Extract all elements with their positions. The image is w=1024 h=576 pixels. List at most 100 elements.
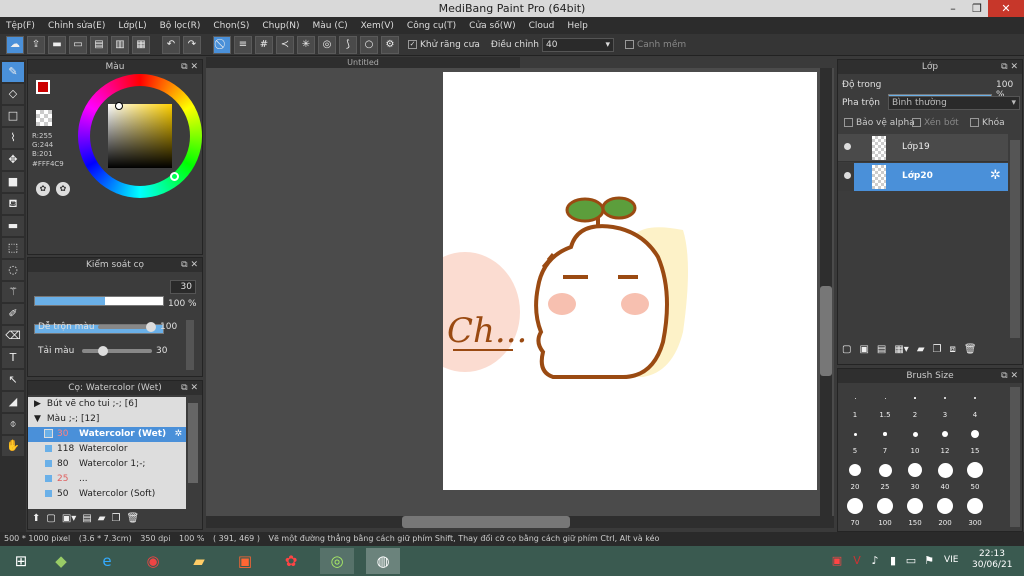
brush-size-scrollbar[interactable] <box>1010 387 1020 527</box>
brush-size-option[interactable]: 12 <box>930 425 960 459</box>
brush-item-selected[interactable]: 30 Watercolor (Wet) ✲ <box>28 427 186 442</box>
brush-control-scrollbar[interactable] <box>186 320 194 370</box>
brush-size-option[interactable]: 2 <box>900 389 930 423</box>
trash-icon[interactable]: 🗑 <box>964 344 977 355</box>
antialias-toggle[interactable]: ✓ Khử răng cưa <box>408 39 480 50</box>
layer-scrollbar[interactable] <box>1010 140 1020 338</box>
brush-group[interactable]: ▶ Bút vẽ cho tui ;-; [6] <box>28 397 186 412</box>
protect-alpha-checkbox[interactable] <box>844 118 853 127</box>
trash-icon[interactable]: 🗑 <box>126 513 139 524</box>
horizontal-scrollbar[interactable] <box>206 516 834 528</box>
snap-checkbox[interactable] <box>624 39 634 49</box>
close-icon[interactable]: ⧉ ✕ <box>181 381 198 395</box>
duplicate-icon[interactable]: ❐ <box>933 344 942 355</box>
duplicate-icon[interactable]: ❐ <box>111 513 120 524</box>
amount-slider[interactable] <box>82 346 152 356</box>
new-brush-icon[interactable]: ▢ <box>46 513 55 524</box>
menu-tools[interactable]: Công cụ(T) <box>407 21 456 31</box>
ellipse-snap-icon[interactable]: ○ <box>360 35 378 54</box>
text-tool-icon[interactable]: T <box>2 348 24 368</box>
brush-copy-icon[interactable]: ▤ <box>82 513 91 524</box>
lock-toggle[interactable]: Khóa <box>970 118 1005 128</box>
brush-item[interactable]: 118 Watercolor <box>28 442 186 457</box>
brush-size-option[interactable]: 10 <box>900 425 930 459</box>
add-layer-icon[interactable]: ▦▾ <box>894 344 908 355</box>
snap-toggle[interactable]: Canh mềm <box>624 39 686 50</box>
menu-snap[interactable]: Chụp(N) <box>262 21 299 31</box>
bucket-tool-icon[interactable]: ⛾ <box>2 194 24 214</box>
brush-size-option[interactable]: 20 <box>840 461 870 495</box>
brush-size-option[interactable]: 7 <box>870 425 900 459</box>
circle-snap-icon[interactable]: ◎ <box>318 35 336 54</box>
page-icon[interactable]: ▤ <box>90 35 108 54</box>
camtasia-icon[interactable]: ◎ <box>320 548 354 574</box>
file-explorer-icon[interactable]: ▰ <box>182 548 216 574</box>
menu-cloud[interactable]: Cloud <box>529 21 555 31</box>
hand-tool-icon[interactable]: ✋ <box>2 436 24 456</box>
hue-cursor[interactable] <box>170 172 179 181</box>
transparent-swatch[interactable] <box>36 110 52 126</box>
blend-slider[interactable] <box>98 322 156 332</box>
windows-start-icon[interactable]: ⊞ <box>4 548 38 574</box>
add-brush-icon[interactable]: ▣▾ <box>62 513 76 524</box>
brush-size-option[interactable]: 70 <box>840 497 870 531</box>
parallel-snap-icon[interactable]: ≡ <box>234 35 252 54</box>
gradient-tool-icon[interactable]: ▬ <box>2 216 24 236</box>
eyedropper-tool-icon[interactable]: ⌽ <box>2 414 24 434</box>
select-tool-icon[interactable]: ⬚ <box>2 238 24 258</box>
select-eraser-tool-icon[interactable]: ⌫ <box>2 326 24 346</box>
operation-tool-icon[interactable]: ↖ <box>2 370 24 390</box>
eye-icon[interactable] <box>844 172 851 179</box>
blend-slider-thumb[interactable] <box>146 322 156 332</box>
palette-add-icon[interactable]: ✿ <box>56 182 70 196</box>
brush-size-option[interactable]: 50 <box>960 461 990 495</box>
menu-edit[interactable]: Chỉnh sửa(E) <box>48 21 105 31</box>
amount-slider-thumb[interactable] <box>98 346 108 356</box>
layer-row[interactable]: Lớp19 <box>838 134 1008 162</box>
chrome-icon[interactable]: ◉ <box>136 548 170 574</box>
tray-app-icon[interactable]: ▣ <box>828 548 846 574</box>
brush-size-option[interactable]: 100 <box>870 497 900 531</box>
comment-icon[interactable]: ▭ <box>69 35 87 54</box>
protect-alpha-toggle[interactable]: Bảo vệ alpha <box>844 118 915 128</box>
brush-list-scrollbar[interactable] <box>188 403 198 483</box>
brush-size-option[interactable]: 40 <box>930 461 960 495</box>
menu-file[interactable]: Tệp(F) <box>6 21 35 31</box>
brush-size-option[interactable]: 1.5 <box>870 389 900 423</box>
brush-download-icon[interactable]: ⬆ <box>32 513 40 524</box>
new-halftone-layer-icon[interactable]: ▣ <box>859 344 868 355</box>
brush-size-option[interactable]: 4 <box>960 389 990 423</box>
paint-app-icon[interactable]: ✿ <box>274 548 308 574</box>
layer-row-selected[interactable]: Lớp20 ✲ <box>838 163 1008 191</box>
close-icon[interactable]: ⧉ ✕ <box>1001 369 1018 383</box>
app-stack-icon[interactable]: ◆ <box>44 548 78 574</box>
close-icon[interactable]: ⧉ ✕ <box>181 258 198 272</box>
menu-select[interactable]: Chọn(S) <box>213 21 249 31</box>
brush-item[interactable]: 25... <box>28 472 186 487</box>
lasso-tool-icon[interactable]: ◌ <box>2 260 24 280</box>
menu-filter[interactable]: Bộ lọc(R) <box>160 21 201 31</box>
radial-snap-icon[interactable]: ✳ <box>297 35 315 54</box>
rectangle-tool-icon[interactable]: □ <box>2 106 24 126</box>
network-icon[interactable]: ▮ <box>884 548 902 574</box>
sv-cursor[interactable] <box>115 102 123 110</box>
eraser-tool-icon[interactable]: ◇ <box>2 84 24 104</box>
ie-icon[interactable]: e <box>90 548 124 574</box>
antialias-checkbox[interactable]: ✓ <box>408 39 417 49</box>
undo-icon[interactable]: ↶ <box>162 35 180 54</box>
input-language[interactable]: VIE <box>944 555 959 565</box>
lock-checkbox[interactable] <box>970 118 979 127</box>
battery-icon[interactable]: ▭ <box>902 548 920 574</box>
divide-tool-icon[interactable]: ◢ <box>2 392 24 412</box>
fill-rect-tool-icon[interactable]: ■ <box>2 172 24 192</box>
magic-wand-tool-icon[interactable]: ⚚ <box>2 282 24 302</box>
saturation-value-square[interactable] <box>108 104 172 168</box>
menu-layer[interactable]: Lớp(L) <box>118 21 146 31</box>
maximize-button[interactable]: ❐ <box>964 0 990 17</box>
brush-size-option[interactable]: 200 <box>930 497 960 531</box>
menu-view[interactable]: Xem(V) <box>361 21 394 31</box>
flag-icon[interactable]: ⚑ <box>920 548 938 574</box>
redo-icon[interactable]: ↷ <box>183 35 201 54</box>
pages-icon[interactable]: ▥ <box>111 35 129 54</box>
menu-window[interactable]: Cửa số(W) <box>469 21 515 31</box>
